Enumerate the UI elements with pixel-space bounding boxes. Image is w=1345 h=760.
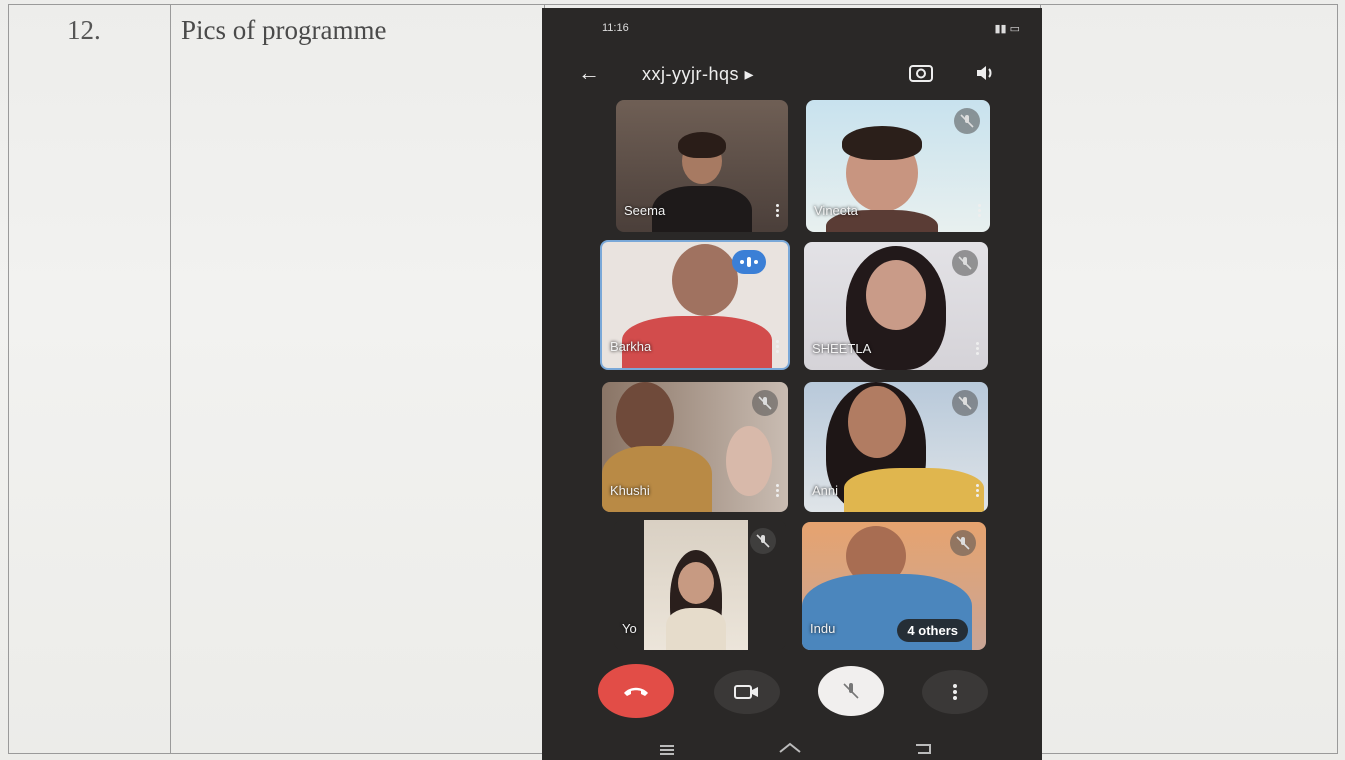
phone-hangup-icon (624, 687, 648, 696)
meeting-code-text: xxj-yyjr-hqs (642, 64, 740, 84)
call-controls (542, 664, 1042, 724)
participant-tile-vineeta[interactable]: Vineeta (806, 100, 990, 232)
participant-name: Vineeta (814, 203, 858, 218)
camera-toggle-button[interactable] (714, 670, 780, 714)
home-icon[interactable] (778, 742, 802, 756)
status-time: 11:16 (602, 22, 629, 34)
mic-off-icon (752, 390, 778, 416)
more-options-icon[interactable] (776, 484, 780, 500)
hair-shape (678, 132, 726, 158)
participant-name: Khushi (610, 483, 650, 498)
participant-name: Seema (624, 203, 666, 218)
participant-tile-anni[interactable]: Anni (804, 382, 988, 512)
participant-video (672, 244, 738, 316)
mic-off-icon (952, 250, 978, 276)
mic-toggle-button[interactable] (818, 666, 884, 716)
more-options-icon[interactable] (976, 342, 980, 358)
speaker-icon[interactable] (974, 62, 996, 84)
mic-off-icon (843, 683, 859, 699)
mic-off-icon (950, 530, 976, 556)
switch-camera-icon[interactable] (908, 62, 934, 84)
vertical-dots-icon (953, 684, 957, 700)
participant-video (866, 260, 926, 330)
more-options-icon[interactable] (776, 204, 780, 220)
serial-number: 12. (67, 15, 101, 45)
body-shape (844, 468, 984, 512)
participant-name: SHEETLA (812, 341, 872, 356)
hair-shape (842, 126, 922, 160)
empty-cell (1041, 5, 1337, 753)
serial-number-cell: 12. (9, 5, 171, 753)
participant-tile-seema[interactable]: Seema (616, 100, 788, 232)
more-options-button[interactable] (922, 670, 988, 714)
meeting-screenshot: 11:16 ▮▮ ▭ ← xxj-yyjr-hqs ▸ Seema Vineet… (542, 8, 1042, 760)
face-shape (678, 562, 714, 604)
row-label: Pics of programme (181, 15, 387, 45)
more-options-icon[interactable] (976, 484, 980, 500)
video-camera-icon (734, 685, 758, 699)
back-nav-icon[interactable] (912, 742, 934, 756)
more-options-icon[interactable] (776, 340, 780, 356)
hand-shape (726, 426, 772, 496)
back-arrow-icon[interactable]: ← (578, 60, 600, 86)
android-nav-bar (542, 740, 1042, 760)
label-cell: Pics of programme (171, 5, 545, 753)
mic-off-icon (750, 528, 776, 554)
mic-off-icon (954, 108, 980, 134)
participant-name: Barkha (610, 339, 652, 354)
end-call-button[interactable] (598, 664, 674, 718)
participant-tile-barkha[interactable]: Barkha (600, 240, 790, 370)
participant-tile-indu[interactable]: Indu 4 others (802, 522, 986, 650)
participant-video (848, 386, 906, 458)
meeting-code[interactable]: xxj-yyjr-hqs ▸ (642, 64, 754, 85)
participant-name: Yo (622, 621, 637, 636)
speaking-indicator-icon (732, 250, 766, 274)
meeting-header: ← xxj-yyjr-hqs ▸ (542, 60, 1042, 96)
body-shape (602, 446, 712, 512)
body-shape (652, 186, 752, 232)
mic-off-icon (952, 390, 978, 416)
body-shape (666, 608, 726, 650)
document-page: 12. Pics of programme 11:16 ▮▮ ▭ ← xxj-y… (0, 0, 1345, 760)
participant-tile-sheetla[interactable]: SHEETLA (804, 242, 988, 370)
participant-tile-yo[interactable]: Yo (614, 520, 786, 650)
participant-tile-khushi[interactable]: Khushi (602, 382, 788, 512)
recent-apps-icon[interactable] (658, 744, 676, 756)
more-options-icon[interactable] (978, 204, 982, 220)
others-count-badge[interactable]: 4 others (897, 619, 968, 642)
participant-name: Anni (812, 483, 839, 498)
participant-name: Indu (810, 621, 836, 636)
participant-video (616, 382, 674, 452)
battery-icon: ▮▮ ▭ (994, 23, 1020, 35)
